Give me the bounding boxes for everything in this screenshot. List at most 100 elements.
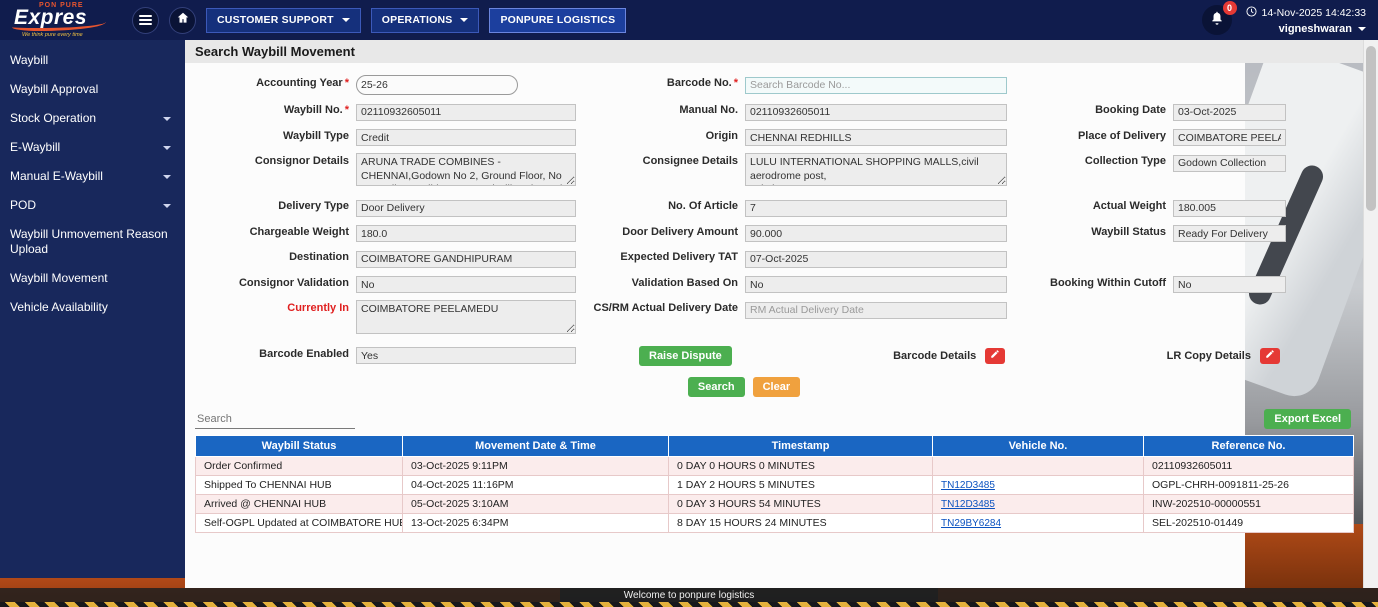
- booking-date-input[interactable]: [1173, 103, 1286, 121]
- cell-datetime: 05-Oct-2025 3:10AM: [402, 493, 669, 514]
- cell-timestamp: 0 DAY 3 HOURS 54 MINUTES: [668, 493, 933, 514]
- search-button[interactable]: Search: [687, 376, 745, 397]
- cell-status: Order Confirmed: [195, 455, 403, 476]
- cell-datetime: 04-Oct-2025 11:16PM: [402, 474, 669, 495]
- navbar-meta: 14-Nov-2025 14:42:33 vigneshwaran: [1245, 5, 1366, 35]
- sidebar-item-waybill-approval[interactable]: Waybill Approval: [0, 75, 185, 104]
- waybill-type-label: Waybill Type: [282, 129, 349, 142]
- destination-input[interactable]: [356, 250, 576, 268]
- form-action-strip: Raise Dispute Barcode Details LR Copy De…: [583, 345, 1286, 366]
- sidebar-item-waybill-movement[interactable]: Waybill Movement: [0, 264, 185, 293]
- accounting-year-input[interactable]: [356, 75, 518, 95]
- cell-timestamp: 1 DAY 2 HOURS 5 MINUTES: [668, 474, 933, 495]
- cell-timestamp: 8 DAY 15 HOURS 24 MINUTES: [668, 512, 933, 533]
- consignee-details-textarea[interactable]: [745, 153, 1007, 187]
- bell-icon: [1209, 10, 1225, 31]
- clear-button[interactable]: Clear: [752, 376, 801, 397]
- top-navbar: PON PURE Expres We think pure every time…: [0, 0, 1378, 40]
- door-delivery-amount-input[interactable]: [745, 225, 1007, 243]
- chargeable-weight-input[interactable]: [356, 225, 576, 243]
- collection-type-label: Collection Type: [1084, 155, 1166, 167]
- column-header-vehicle-no[interactable]: Vehicle No.: [932, 434, 1144, 457]
- sidebar-item-manual-e-waybill[interactable]: Manual E-Waybill: [0, 162, 185, 191]
- vertical-scrollbar[interactable]: [1363, 40, 1378, 588]
- raise-dispute-button[interactable]: Raise Dispute: [639, 345, 732, 366]
- validation-based-on-input[interactable]: [745, 276, 1007, 294]
- main-content: Search Waybill Movement Accounting Year *…: [185, 40, 1363, 588]
- sidebar-item-stock-operation[interactable]: Stock Operation: [0, 104, 185, 133]
- booking-date-label: Booking Date: [1095, 104, 1166, 116]
- delivery-type-label: Delivery Type: [278, 200, 349, 213]
- scrollbar-thumb[interactable]: [1366, 46, 1376, 211]
- column-header-timestamp[interactable]: Timestamp: [668, 434, 933, 457]
- barcode-no-input[interactable]: [745, 76, 1007, 94]
- chevron-down-icon: [163, 174, 171, 179]
- vehicle-no-link[interactable]: TN12D3485: [941, 499, 995, 510]
- actual-weight-label: Actual Weight: [1092, 200, 1166, 213]
- column-header-movement-datetime[interactable]: Movement Date & Time: [402, 434, 669, 457]
- actual-weight-input[interactable]: [1173, 199, 1286, 217]
- cell-status: Shipped To CHENNAI HUB: [195, 474, 403, 495]
- cell-status: Arrived @ CHENNAI HUB: [195, 493, 403, 514]
- booking-within-cutoff-input[interactable]: [1173, 276, 1286, 294]
- form-submit-row: Search Clear: [202, 373, 1286, 397]
- export-excel-button[interactable]: Export Excel: [1264, 408, 1351, 429]
- table-row: Arrived @ CHENNAI HUB 05-Oct-2025 3:10AM…: [195, 493, 1354, 514]
- menu-operations[interactable]: OPERATIONS: [370, 7, 480, 33]
- username-text: vigneshwaran: [1278, 22, 1352, 35]
- pencil-icon: [1265, 349, 1275, 362]
- menu-customer-support[interactable]: CUSTOMER SUPPORT: [206, 7, 361, 33]
- consignor-validation-input[interactable]: [356, 276, 576, 294]
- consignor-details-textarea[interactable]: [356, 153, 576, 187]
- waybill-type-input[interactable]: [356, 129, 576, 146]
- home-button[interactable]: [169, 6, 196, 34]
- place-of-delivery-input[interactable]: [1173, 129, 1286, 146]
- sidebar-item-label: Waybill Approval: [10, 82, 99, 96]
- barcode-details-label: Barcode Details: [893, 349, 977, 362]
- sidebar: Waybill Waybill Approval Stock Operation…: [0, 40, 185, 578]
- barcode-no-label: Barcode No. *: [666, 77, 738, 89]
- column-header-waybill-status[interactable]: Waybill Status: [195, 434, 403, 457]
- manual-no-input[interactable]: [745, 103, 1007, 121]
- consignor-details-label: Consignor Details: [254, 155, 349, 167]
- user-menu[interactable]: vigneshwaran: [1279, 23, 1366, 35]
- menu-ponpure-logistics-label: PONPURE LOGISTICS: [500, 14, 616, 26]
- expected-delivery-tat-label: Expected Delivery TAT: [620, 251, 738, 264]
- brand-logo-swoosh: [12, 18, 106, 31]
- sidebar-item-pod[interactable]: POD: [0, 191, 185, 220]
- results-search-input[interactable]: [195, 409, 355, 429]
- brand-logo[interactable]: PON PURE Expres We think pure every time: [12, 1, 122, 39]
- cell-status: Self-OGPL Updated at COIMBATORE HUB: [195, 512, 403, 533]
- menu-toggle-button[interactable]: [132, 6, 159, 34]
- table-row: Order Confirmed 03-Oct-2025 9:11PM 0 DAY…: [195, 455, 1354, 476]
- origin-input[interactable]: [745, 129, 1007, 146]
- column-header-reference-no[interactable]: Reference No.: [1143, 434, 1354, 457]
- waybill-no-input[interactable]: [356, 103, 576, 121]
- expected-delivery-tat-input[interactable]: [745, 250, 1007, 268]
- sidebar-item-waybill-unmovement-reason-upload[interactable]: Waybill Unmovement Reason Upload: [0, 220, 185, 264]
- sidebar-item-vehicle-availability[interactable]: Vehicle Availability: [0, 293, 185, 322]
- waybill-status-input[interactable]: [1173, 225, 1286, 243]
- navbar-right-cluster: 0 14-Nov-2025 14:42:33 vigneshwaran: [1201, 1, 1366, 35]
- cs-rm-actual-delivery-date-input[interactable]: [745, 301, 1007, 319]
- chargeable-weight-label: Chargeable Weight: [249, 225, 349, 238]
- sidebar-item-e-waybill[interactable]: E-Waybill: [0, 133, 185, 162]
- delivery-type-input[interactable]: [356, 199, 576, 217]
- vehicle-no-link[interactable]: TN12D3485: [941, 480, 995, 491]
- vehicle-no-link[interactable]: TN29BY6284: [941, 518, 1001, 529]
- notifications-button[interactable]: 0: [1201, 1, 1237, 35]
- results-header: Export Excel: [185, 397, 1363, 435]
- menu-ponpure-logistics[interactable]: PONPURE LOGISTICS: [489, 7, 627, 33]
- barcode-enabled-input[interactable]: [356, 347, 576, 365]
- chevron-down-icon: [1358, 26, 1366, 31]
- barcode-details-edit-button[interactable]: [985, 347, 1006, 364]
- currently-in-textarea[interactable]: [356, 300, 576, 334]
- cell-reference: OGPL-CHRH-0091811-25-26: [1143, 474, 1354, 495]
- sidebar-item-waybill[interactable]: Waybill: [0, 46, 185, 75]
- table-header-row: Waybill Status Movement Date & Time Time…: [195, 434, 1354, 457]
- cell-datetime: 13-Oct-2025 6:34PM: [402, 512, 669, 533]
- cell-vehicle: [932, 455, 1144, 476]
- no-of-article-input[interactable]: [745, 199, 1007, 217]
- lr-copy-details-edit-button[interactable]: [1259, 347, 1280, 364]
- collection-type-input[interactable]: [1173, 154, 1286, 172]
